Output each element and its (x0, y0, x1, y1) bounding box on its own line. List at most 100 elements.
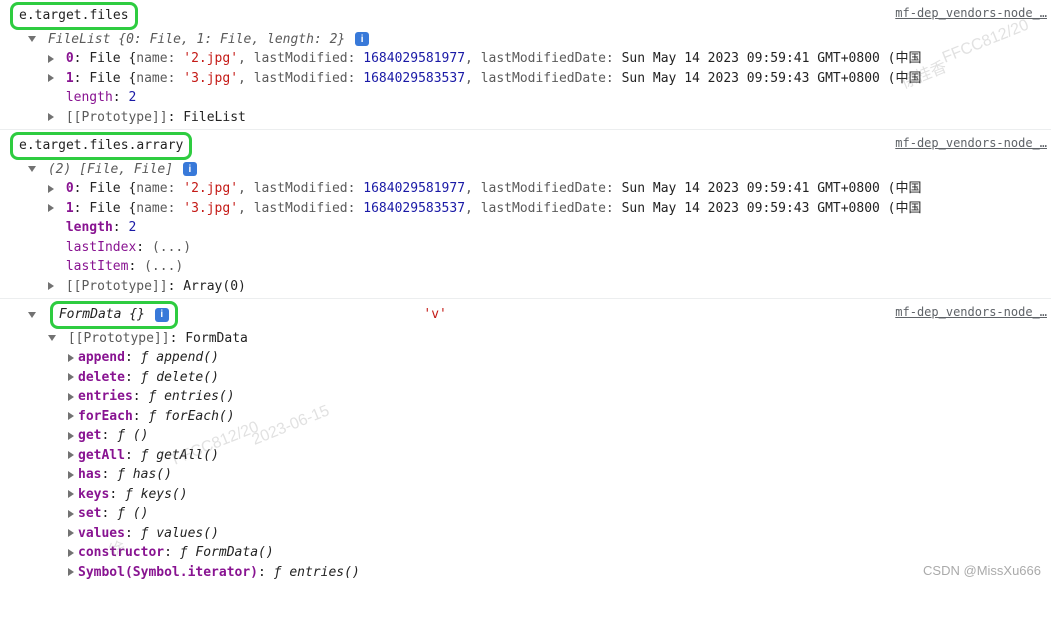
method-signature: ƒ () (117, 428, 148, 443)
info-icon[interactable]: i (155, 308, 169, 322)
object-item-row[interactable]: 0: File {name: '2.jpg', lastModified: 16… (0, 49, 1051, 69)
method-name: constructor (78, 545, 164, 560)
method-name: getAll (78, 448, 125, 463)
triangle-right-icon[interactable] (48, 113, 54, 121)
method-row[interactable]: Symbol(Symbol.iterator): ƒ entries() (0, 563, 1051, 583)
last-modified: 1684029581977 (363, 51, 465, 66)
triangle-right-icon[interactable] (68, 451, 74, 459)
triangle-down-icon[interactable] (48, 335, 56, 341)
file-name: '3.jpg' (183, 71, 238, 86)
item-index: 1 (66, 71, 74, 86)
source-link[interactable]: mf-dep_vendors-node_… (895, 4, 1047, 22)
prototype-row[interactable]: [[Prototype]]: FileList (0, 108, 1051, 128)
item-type: File (89, 201, 120, 216)
extra-string: 'v' (423, 307, 446, 322)
object-item-row[interactable]: 0: File {name: '2.jpg', lastModified: 16… (0, 179, 1051, 199)
property-row[interactable]: lastIndex: (...) (0, 238, 1051, 258)
method-name: entries (78, 389, 133, 404)
info-icon[interactable]: i (183, 162, 197, 176)
proto-value: FormData (185, 331, 248, 346)
triangle-right-icon[interactable] (68, 432, 74, 440)
object-item-row[interactable]: 1: File {name: '3.jpg', lastModified: 16… (0, 69, 1051, 89)
triangle-right-icon[interactable] (68, 568, 74, 576)
highlight-box: FormData {} i (50, 301, 178, 329)
method-signature: ƒ delete() (141, 370, 219, 385)
source-link[interactable]: mf-dep_vendors-node_… (895, 303, 1047, 321)
triangle-right-icon[interactable] (48, 55, 54, 63)
triangle-right-icon[interactable] (48, 185, 54, 193)
object-summary-row[interactable]: (2) [File, File] i (0, 160, 1051, 180)
proto-label: [[Prototype]] (66, 279, 168, 294)
summary-body: [File, File] (79, 162, 173, 177)
triangle-down-icon[interactable] (28, 36, 36, 42)
object-summary-row[interactable]: FormData {} i 'v' (0, 301, 1051, 329)
method-row[interactable]: append: ƒ append() (0, 348, 1051, 368)
expression-text: FormData {} (59, 307, 145, 322)
method-row[interactable]: forEach: ƒ forEach() (0, 407, 1051, 427)
object-item-row[interactable]: 1: File {name: '3.jpg', lastModified: 16… (0, 199, 1051, 219)
method-row[interactable]: has: ƒ has() (0, 465, 1051, 485)
triangle-right-icon[interactable] (68, 529, 74, 537)
source-link[interactable]: mf-dep_vendors-node_… (895, 134, 1047, 152)
prop-value: (...) (144, 259, 183, 274)
triangle-right-icon[interactable] (68, 490, 74, 498)
triangle-right-icon[interactable] (68, 510, 74, 518)
last-modified-date: Sun May 14 2023 09:59:43 GMT+0800 (中国 (622, 201, 922, 216)
triangle-right-icon[interactable] (68, 412, 74, 420)
method-signature: ƒ entries() (274, 565, 360, 580)
method-signature: ƒ FormData() (180, 545, 274, 560)
method-name: append (78, 350, 125, 365)
item-type: File (89, 181, 120, 196)
triangle-down-icon[interactable] (28, 166, 36, 172)
method-row[interactable]: delete: ƒ delete() (0, 368, 1051, 388)
triangle-right-icon[interactable] (68, 393, 74, 401)
item-type: File (89, 71, 120, 86)
object-summary-row[interactable]: FileList {0: File, 1: File, length: 2} i (0, 30, 1051, 50)
prop-label: length (66, 220, 113, 235)
proto-label: [[Prototype]] (68, 331, 170, 346)
method-row[interactable]: entries: ƒ entries() (0, 387, 1051, 407)
prop-label: lastItem (66, 259, 129, 274)
triangle-right-icon[interactable] (48, 74, 54, 82)
method-signature: ƒ entries() (148, 389, 234, 404)
method-row[interactable]: set: ƒ () (0, 504, 1051, 524)
triangle-down-icon[interactable] (28, 312, 36, 318)
property-row: length: 2 (0, 218, 1051, 238)
method-row[interactable]: keys: ƒ keys() (0, 485, 1051, 505)
triangle-right-icon[interactable] (68, 354, 74, 362)
proto-label: [[Prototype]] (66, 110, 168, 125)
method-name: values (78, 526, 125, 541)
triangle-right-icon[interactable] (68, 373, 74, 381)
method-signature: ƒ has() (117, 467, 172, 482)
prototype-row[interactable]: [[Prototype]]: Array(0) (0, 277, 1051, 297)
method-signature: ƒ forEach() (148, 409, 234, 424)
method-row[interactable]: constructor: ƒ FormData() (0, 543, 1051, 563)
credit-text: CSDN @MissXu666 (923, 561, 1041, 581)
proto-value: Array(0) (183, 279, 246, 294)
method-signature: ƒ values() (141, 526, 219, 541)
file-name: '2.jpg' (183, 181, 238, 196)
summary-prefix: FileList (48, 32, 118, 47)
triangle-right-icon[interactable] (48, 282, 54, 290)
prototype-row[interactable]: [[Prototype]]: FormData (0, 329, 1051, 349)
method-name: keys (78, 487, 109, 502)
item-index: 0 (66, 51, 74, 66)
method-signature: ƒ getAll() (141, 448, 219, 463)
prop-value: (...) (152, 240, 191, 255)
info-icon[interactable]: i (355, 32, 369, 46)
method-row[interactable]: values: ƒ values() (0, 524, 1051, 544)
last-modified: 1684029583537 (363, 71, 465, 86)
property-row[interactable]: lastItem: (...) (0, 257, 1051, 277)
method-name: Symbol(Symbol.iterator) (78, 565, 258, 580)
item-type: File (89, 51, 120, 66)
triangle-right-icon[interactable] (68, 549, 74, 557)
triangle-right-icon[interactable] (48, 204, 54, 212)
prop-label: length (66, 90, 113, 105)
method-row[interactable]: get: ƒ () (0, 426, 1051, 446)
triangle-right-icon[interactable] (68, 471, 74, 479)
last-modified-date: Sun May 14 2023 09:59:43 GMT+0800 (中国 (622, 71, 922, 86)
method-row[interactable]: getAll: ƒ getAll() (0, 446, 1051, 466)
expression-text: e.target.files (19, 8, 129, 23)
file-name: '3.jpg' (183, 201, 238, 216)
item-index: 0 (66, 181, 74, 196)
